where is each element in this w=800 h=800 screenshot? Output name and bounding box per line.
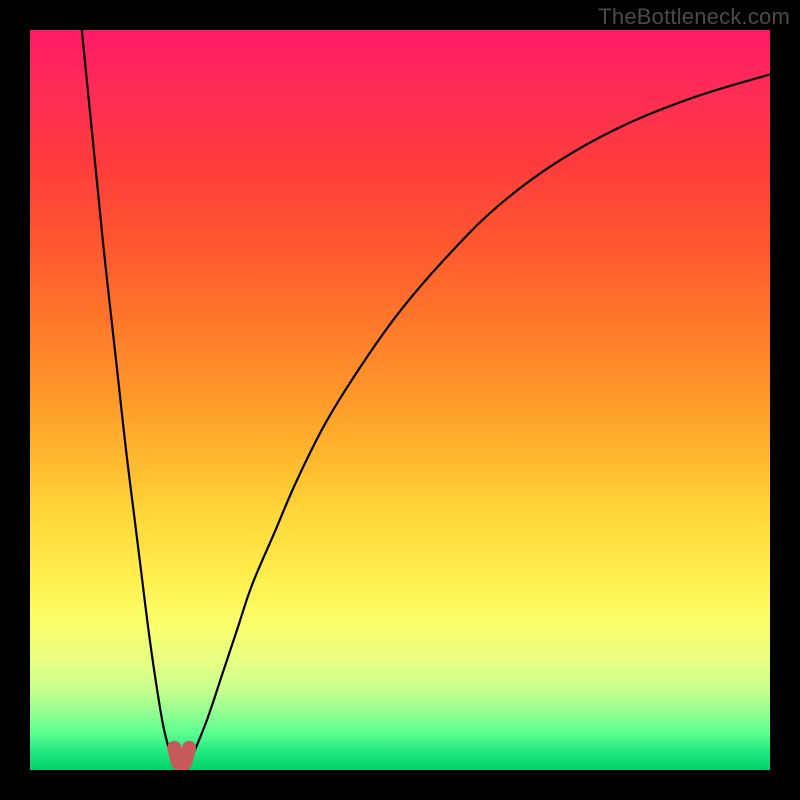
curve-right-branch: [193, 74, 770, 755]
outer-frame: TheBottleneck.com: [0, 0, 800, 800]
minimum-marker: [174, 748, 189, 767]
watermark-text: TheBottleneck.com: [598, 4, 790, 30]
chart-svg: [30, 30, 770, 770]
plot-area: [30, 30, 770, 770]
curve-left-branch: [82, 30, 171, 755]
bottleneck-curve: [82, 30, 770, 766]
